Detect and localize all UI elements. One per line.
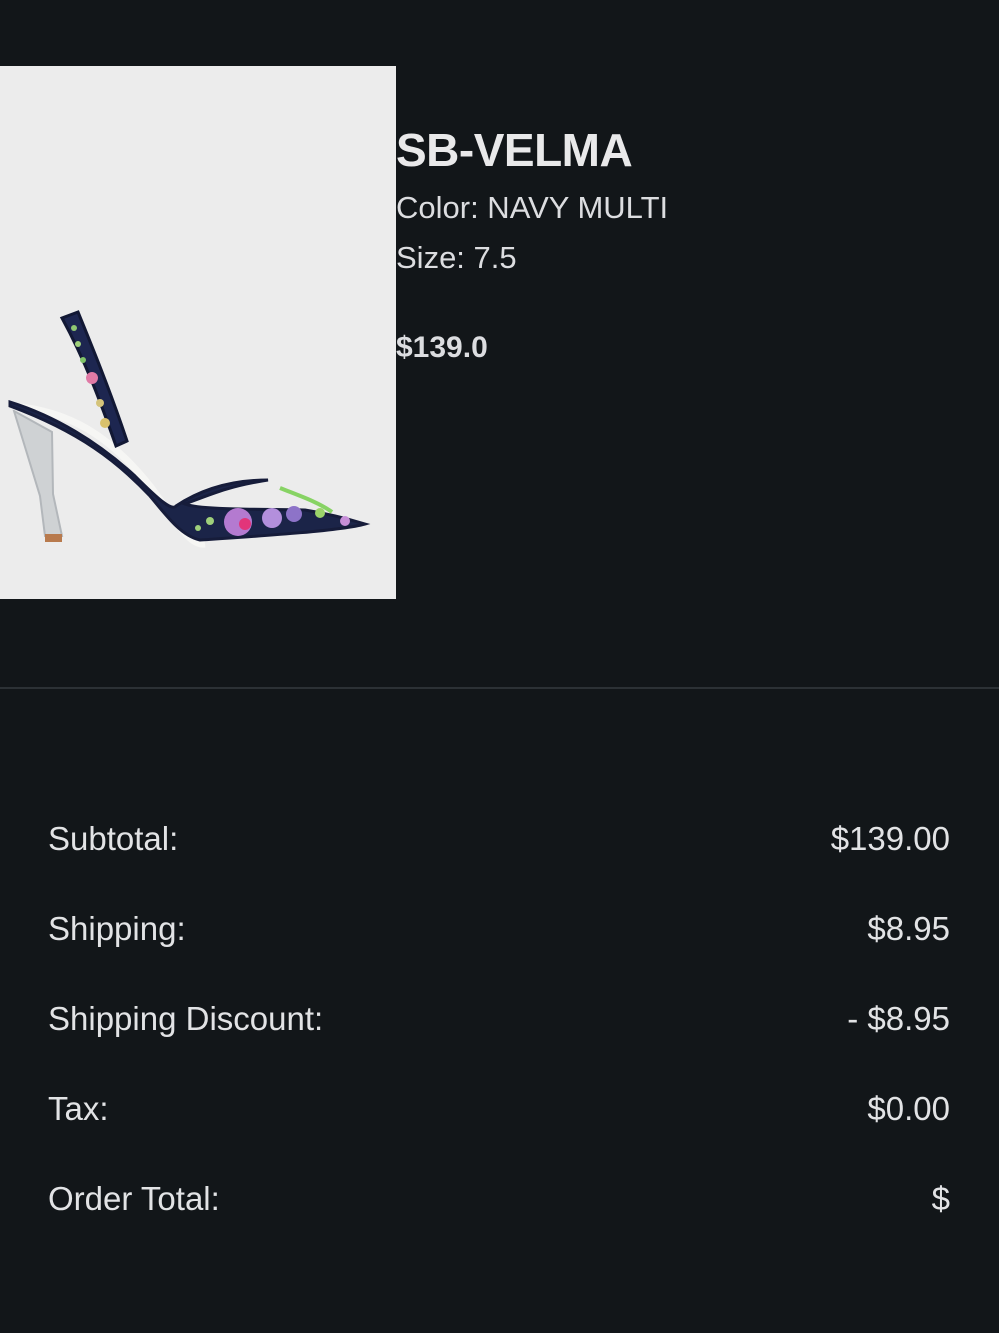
- tax-row: Tax: $0.00: [48, 1085, 950, 1133]
- order-summary: Subtotal: $139.00 Shipping: $8.95 Shippi…: [48, 815, 950, 1265]
- shipping-discount-value: - $8.95: [847, 1000, 950, 1037]
- order-total-label: Order Total:: [48, 1180, 220, 1217]
- tax-value: $0.00: [867, 1090, 950, 1127]
- product-name[interactable]: SB-VELMA: [396, 122, 668, 178]
- product-size: Size: 7.5: [396, 240, 517, 275]
- subtotal-value: $139.00: [830, 820, 950, 857]
- shipping-discount-label: Shipping Discount:: [48, 1000, 324, 1037]
- subtotal-row: Subtotal: $139.00: [48, 815, 950, 863]
- order-summary-page: SB-VELMA Color: NAVY MULTI Size: 7.5 $13…: [0, 0, 999, 1333]
- product-image[interactable]: [0, 66, 396, 599]
- product-price: $139.0: [396, 331, 488, 364]
- tax-label: Tax:: [48, 1090, 109, 1127]
- product-color: Color: NAVY MULTI: [396, 190, 669, 225]
- section-divider: [0, 687, 999, 689]
- shipping-label: Shipping:: [48, 910, 186, 947]
- shoe-illustration: [8, 310, 371, 548]
- shipping-value: $8.95: [867, 910, 950, 947]
- order-total-value: $: [931, 1180, 950, 1217]
- shipping-row: Shipping: $8.95: [48, 905, 950, 953]
- product-info: SB-VELMA Color: NAVY MULTI Size: 7.5 $13…: [396, 122, 668, 368]
- shipping-discount-row: Shipping Discount: - $8.95: [48, 995, 950, 1043]
- subtotal-label: Subtotal:: [48, 820, 179, 857]
- order-total-row: Order Total: $: [48, 1175, 950, 1223]
